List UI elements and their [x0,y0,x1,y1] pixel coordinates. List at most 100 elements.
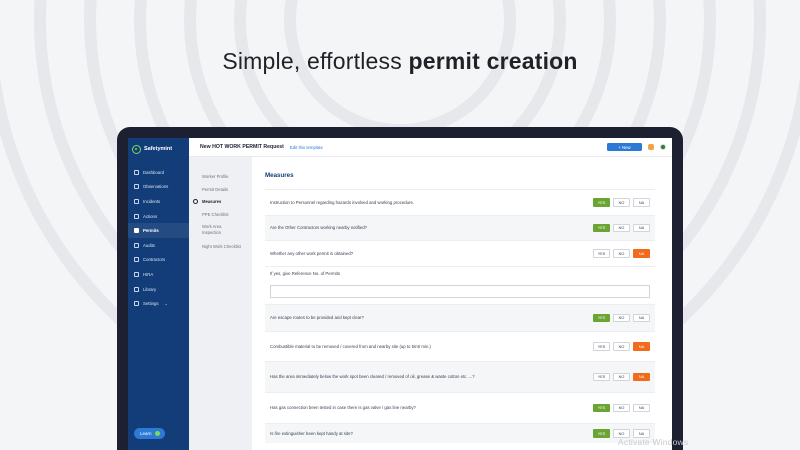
question-row: Instruction to Personnel regarding hazar… [265,189,655,215]
sidebar-item-actions[interactable]: Actions [128,209,189,224]
option-yes-button[interactable]: YES [593,198,610,207]
sidebar-item-label: Settings [143,301,159,307]
question-row: Combustible material to be removed / cov… [265,331,655,361]
sidebar-item-label: HIRA [143,271,154,277]
step-label: Night Work Checklist [202,244,241,249]
answer-options: YES NO NA [593,198,650,207]
question-row: Are escape routes to be provided and kep… [265,304,655,331]
main-area: New HOT WORK PERMIT Request Edit this te… [189,138,672,450]
brand-logo-icon [132,144,141,154]
sidebar-item-label: Audits [143,242,155,248]
actions-icon [134,213,139,219]
dashboard-icon [134,169,139,175]
topbar: New HOT WORK PERMIT Request Edit this te… [189,138,672,157]
sidebar-nav: Dashboard Observations Incidents Actions Per… [128,165,189,311]
sidebar-item-permits[interactable]: Permits [128,223,189,238]
sidebar-item-incidents[interactable]: Incidents [128,194,189,209]
question-text: Has the area immediately below the work … [270,374,475,379]
sidebar-item-label: Permits [143,228,159,234]
step-worker-profile[interactable]: Worker Profile [189,172,252,185]
sidebar-item-label: Observations [143,184,169,190]
option-na-button[interactable]: NA [633,313,650,323]
measures-form: Measures Instruction to Personnel regard… [252,157,672,450]
option-yes-button[interactable]: YES [593,429,610,438]
option-yes-button[interactable]: YES [593,313,610,323]
current-step-icon [193,198,198,204]
step-night-work-checklist[interactable]: Night Work Checklist [189,242,252,255]
option-na-button[interactable]: NA [633,403,650,413]
question-list: Instruction to Personnel regarding hazar… [265,189,655,443]
step-label: Permit Details [202,186,229,192]
question-row: Has the area immediately below the work … [265,361,655,392]
option-no-button[interactable]: NO [613,372,630,382]
option-na-button[interactable]: NA [633,372,650,382]
option-no-button[interactable]: NO [613,198,630,207]
activate-windows-watermark: Activate Windows [618,437,689,447]
question-text: Whether any other work permit is obtaine… [270,250,354,256]
sidebar-item-dashboard[interactable]: Dashboard [128,165,189,180]
question-text: Instruction to Personnel regarding hazar… [270,199,415,205]
sidebar-item-label: Dashboard [143,169,165,175]
question-row: Are the Other Contractors working nearby… [265,215,655,240]
option-na-button[interactable]: NA [633,249,650,258]
option-no-button[interactable]: NO [613,342,630,351]
sidebar-item-settings[interactable]: Settings ⌄ [128,296,189,311]
headline: Simple, effortless permit creation [0,48,800,75]
question-row: Whether any other work permit is obtaine… [265,240,655,266]
form-title: Measures [265,172,294,179]
answer-options: YES NO NA [593,249,650,258]
option-yes-button[interactable]: YES [593,342,610,351]
edit-template-link[interactable]: Edit this template [290,145,323,150]
sidebar-item-library[interactable]: Library [128,282,189,297]
answer-options: YES NO NA [593,342,650,351]
reference-permits-label: If yes, give Reference No. of Permits [270,271,340,276]
answer-options: YES NO NA [593,403,650,413]
step-permit-details[interactable]: Permit Details [189,185,252,198]
sidebar-item-hira[interactable]: HIRA [128,267,189,282]
sidebar-item-contractors[interactable]: Contractors [128,253,189,268]
avatar[interactable] [660,144,666,150]
notification-icon[interactable] [648,144,654,150]
question-text: Are escape routes to be provided and kep… [270,315,364,320]
sidebar: Safetymint Dashboard Observations Incident… [128,138,189,450]
step-measures[interactable]: Measures [189,197,252,210]
step-work-area-inspection[interactable]: Work Area Inspection [189,222,252,242]
new-button[interactable]: + New [607,143,642,151]
option-no-button[interactable]: NO [613,223,630,233]
reference-permits-block: If yes, give Reference No. of Permits [265,266,655,304]
option-yes-button[interactable]: YES [593,249,610,258]
option-yes-button[interactable]: YES [593,403,610,413]
question-text: Combustible material to be removed / cov… [270,343,431,349]
app-screen: Safetymint Dashboard Observations Incident… [128,138,672,450]
option-na-button[interactable]: NA [633,198,650,207]
headline-prefix: Simple, effortless [222,48,402,74]
contractors-icon [134,257,139,263]
permits-icon [134,228,139,234]
question-row: Is fire extinguisher been kept handy at … [265,423,655,443]
step-label: PPE Checklist [202,211,229,217]
option-yes-button[interactable]: YES [593,372,610,382]
sidebar-item-observations[interactable]: Observations [128,180,189,195]
option-no-button[interactable]: NO [613,313,630,323]
brand[interactable]: Safetymint [128,143,189,155]
option-no-button[interactable]: NO [613,249,630,258]
question-text: Are the Other Contractors working nearby… [270,225,367,230]
reference-permits-input[interactable] [270,285,650,298]
option-na-button[interactable]: NA [633,223,650,233]
sidebar-item-label: Contractors [143,257,166,263]
step-ppe-checklist[interactable]: PPE Checklist [189,210,252,223]
body-area: Worker Profile Permit Details Measures PPE … [189,157,672,450]
learn-button[interactable]: Learn [134,428,165,439]
option-no-button[interactable]: NO [613,403,630,413]
answer-options: YES NO NA [593,313,650,323]
settings-icon [134,301,139,307]
sidebar-item-audits[interactable]: Audits [128,238,189,253]
option-yes-button[interactable]: YES [593,223,610,233]
audits-icon [134,242,139,248]
option-na-button[interactable]: NA [633,342,650,351]
page-title: New HOT WORK PERMIT Request [200,144,284,150]
sidebar-item-label: Actions [143,213,158,219]
chevron-down-icon: ⌄ [164,301,168,307]
step-label: Work Area Inspection [202,224,222,235]
hira-icon [134,271,139,277]
